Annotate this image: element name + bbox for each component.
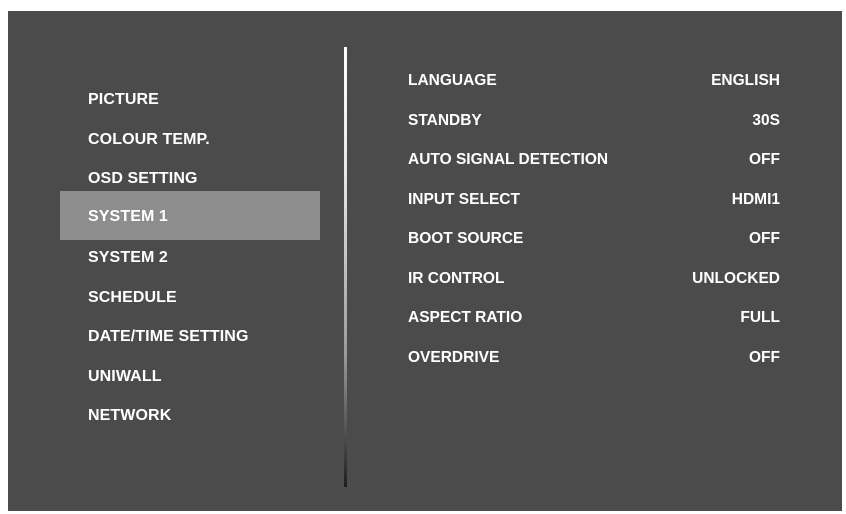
setting-value: OFF	[749, 151, 780, 168]
setting-value: OFF	[749, 230, 780, 247]
setting-value: FULL	[740, 309, 780, 326]
setting-row-auto-signal-detection[interactable]: AUTO SIGNAL DETECTION OFF	[408, 147, 780, 173]
setting-row-aspect-ratio[interactable]: ASPECT RATIO FULL	[408, 305, 780, 331]
menu-item-label: SYSTEM 1	[88, 207, 168, 225]
setting-value: ENGLISH	[711, 72, 780, 89]
setting-value: HDMI1	[731, 191, 780, 208]
menu-item-label: PICTURE	[88, 91, 159, 108]
menu-item-system-1[interactable]: SYSTEM 1	[60, 191, 320, 240]
osd-screen: PICTURE COLOUR TEMP. OSD SETTING SYSTEM …	[8, 11, 842, 511]
menu-item-date-time-setting[interactable]: DATE/TIME SETTING	[60, 317, 320, 357]
setting-row-language[interactable]: LANGUAGE ENGLISH	[408, 68, 780, 94]
menu-item-system-2[interactable]: SYSTEM 2	[60, 238, 320, 278]
setting-label: OVERDRIVE	[408, 349, 500, 366]
menu-divider	[344, 47, 347, 487]
setting-value: 30S	[752, 112, 780, 129]
settings-panel: LANGUAGE ENGLISH STANDBY 30S AUTO SIGNAL…	[408, 11, 780, 511]
setting-row-overdrive[interactable]: OVERDRIVE OFF	[408, 345, 780, 371]
menu-item-picture[interactable]: PICTURE	[60, 80, 320, 120]
setting-row-ir-control[interactable]: IR CONTROL UNLOCKED	[408, 266, 780, 292]
setting-label: AUTO SIGNAL DETECTION	[408, 151, 609, 168]
setting-label: STANDBY	[408, 112, 482, 129]
setting-label: IR CONTROL	[408, 270, 505, 287]
menu-item-schedule[interactable]: SCHEDULE	[60, 278, 320, 318]
main-menu: PICTURE COLOUR TEMP. OSD SETTING SYSTEM …	[8, 11, 346, 511]
menu-item-uniwall[interactable]: UNIWALL	[60, 357, 320, 397]
menu-item-label: COLOUR TEMP.	[88, 131, 210, 148]
menu-item-label: DATE/TIME SETTING	[88, 328, 249, 345]
setting-row-standby[interactable]: STANDBY 30S	[408, 108, 780, 134]
setting-label: LANGUAGE	[408, 72, 497, 89]
menu-item-colour-temp[interactable]: COLOUR TEMP.	[60, 120, 320, 160]
setting-label: BOOT SOURCE	[408, 230, 524, 247]
setting-row-input-select[interactable]: INPUT SELECT HDMI1	[408, 187, 780, 213]
setting-row-boot-source[interactable]: BOOT SOURCE OFF	[408, 226, 780, 252]
menu-item-label: SCHEDULE	[88, 289, 177, 306]
menu-item-label: OSD SETTING	[88, 170, 198, 187]
setting-value: OFF	[749, 349, 780, 366]
setting-label: INPUT SELECT	[408, 191, 520, 208]
menu-item-label: NETWORK	[88, 407, 172, 424]
menu-item-label: SYSTEM 2	[88, 249, 168, 266]
menu-item-label: UNIWALL	[88, 368, 162, 385]
setting-label: ASPECT RATIO	[408, 309, 523, 326]
menu-item-network[interactable]: NETWORK	[60, 396, 320, 436]
setting-value: UNLOCKED	[692, 270, 780, 287]
